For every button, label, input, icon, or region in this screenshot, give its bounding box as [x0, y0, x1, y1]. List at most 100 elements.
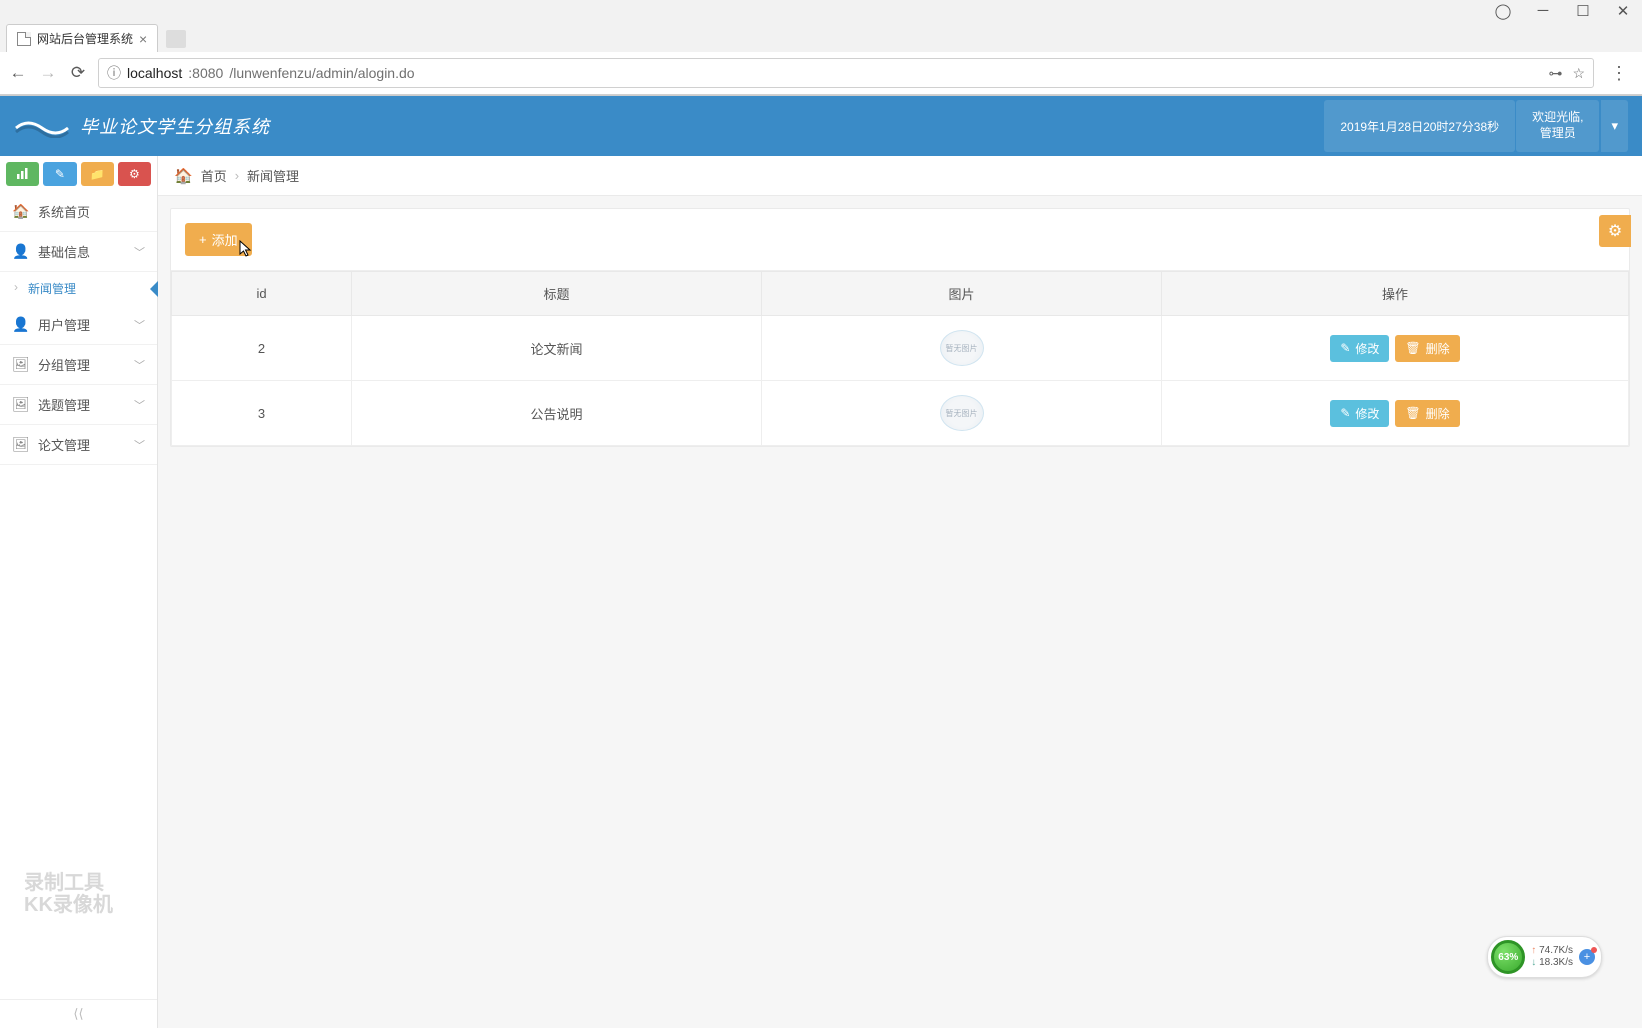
app-header: 毕业论文学生分组系统 2019年1月28日20时27分38秒 欢迎光临, 管理员… [0, 96, 1642, 156]
tab-title: 网站后台管理系统 [37, 30, 133, 47]
cell-title: 论文新闻 [352, 316, 762, 381]
sidebar-item-label: 基础信息 [38, 242, 90, 261]
breadcrumb-current: 新闻管理 [247, 166, 299, 185]
chevron-down-icon: ﹀ [134, 357, 145, 373]
cell-image: 暂无图片 [762, 381, 1162, 446]
browser-tab[interactable]: 网站后台管理系统 × [6, 24, 158, 52]
delete-label: 删除 [1426, 340, 1450, 357]
network-add-button[interactable]: + [1579, 949, 1595, 965]
sidebar-item-group-manage[interactable]: 🖼 分组管理 ﹀ [0, 345, 157, 385]
welcome-text: 欢迎光临, [1532, 110, 1583, 126]
image-placeholder: 暂无图片 [940, 395, 984, 431]
maximize-button[interactable]: ☐ [1574, 2, 1592, 20]
brand-title: 毕业论文学生分组系统 [80, 113, 270, 139]
sidebar-item-user-manage[interactable]: 👤 用户管理 ﹀ [0, 305, 157, 345]
brand-logo [14, 114, 70, 138]
cell-actions: ✎ 修改 🗑 删除 [1162, 316, 1629, 381]
network-meter[interactable]: 63% 74.7K/s 18.3K/s + [1487, 936, 1602, 978]
address-bar-row: ← → ⟳ ⓘ localhost:8080/lunwenfenzu/admin… [0, 52, 1642, 95]
close-window-button[interactable]: ✕ [1614, 2, 1632, 20]
brand: 毕业论文学生分组系统 [14, 113, 270, 139]
add-button[interactable]: + 添加 [185, 223, 252, 256]
bookmark-star-icon[interactable]: ☆ [1572, 65, 1585, 82]
address-bar[interactable]: ⓘ localhost:8080/lunwenfenzu/admin/alogi… [98, 58, 1594, 88]
sidebar-item-topic-manage[interactable]: 🖼 选题管理 ﹀ [0, 385, 157, 425]
plus-icon: + [199, 232, 207, 247]
sidebar-item-thesis-manage[interactable]: 🖼 论文管理 ﹀ [0, 425, 157, 465]
chevron-down-icon: ﹀ [134, 437, 145, 453]
download-speed: 18.3K/s [1531, 957, 1573, 969]
quick-edit-button[interactable]: ✎ [43, 162, 76, 186]
image-icon: 🖼 [12, 356, 28, 373]
delete-button[interactable]: 🗑删除 [1395, 400, 1459, 427]
sidebar-item-label: 用户管理 [38, 315, 90, 334]
table-row: 3 公告说明 暂无图片 ✎修改 🗑删除 [172, 381, 1629, 446]
upload-speed: 74.7K/s [1531, 945, 1573, 957]
edit-label: 修改 [1355, 340, 1379, 357]
image-placeholder: 暂无图片 [940, 330, 984, 366]
account-icon[interactable]: ◯ [1494, 2, 1512, 20]
back-button[interactable]: ← [8, 63, 28, 83]
data-table: id 标题 图片 操作 2 论文新闻 暂无图片 ✎修改 [171, 271, 1629, 446]
quick-settings-button[interactable]: ⚙ [118, 162, 151, 186]
delete-button[interactable]: 🗑 删除 [1395, 335, 1459, 362]
header-user-box[interactable]: 欢迎光临, 管理员 [1516, 100, 1599, 151]
sidebar-item-label: 系统首页 [38, 202, 90, 221]
panel-toolbar: + 添加 [171, 209, 1629, 271]
sidebar-sub-label: 新闻管理 [28, 282, 76, 296]
trash-icon: 🗑 [1405, 341, 1420, 355]
network-percent: 63% [1491, 940, 1525, 974]
new-tab-button[interactable] [166, 30, 186, 48]
tab-bar: 网站后台管理系统 × [0, 22, 1642, 52]
table-row: 2 论文新闻 暂无图片 ✎修改 🗑删除 [172, 316, 1629, 381]
home-icon[interactable]: 🏠 [174, 167, 193, 185]
main-area: 🏠 首页 › 新闻管理 ⚙ + 添加 id 标题 图片 操作 [158, 156, 1642, 1028]
url-host: localhost [127, 65, 182, 81]
window-controls: ◯ ─ ☐ ✕ [0, 0, 1642, 22]
col-title: 标题 [352, 272, 762, 316]
save-password-icon[interactable]: ⊶ [1548, 65, 1562, 82]
breadcrumb-home[interactable]: 首页 [201, 166, 227, 185]
edit-button[interactable]: ✎ 修改 [1330, 335, 1389, 362]
minimize-button[interactable]: ─ [1534, 2, 1552, 20]
user-icon: 👤 [12, 243, 28, 260]
sidebar-quick-actions: ✎ 📁 ⚙ [0, 156, 157, 192]
user-icon: 👤 [12, 316, 28, 333]
sidebar-sub-news-manage[interactable]: 新闻管理 [0, 272, 157, 305]
sidebar-item-label: 分组管理 [38, 355, 90, 374]
browser-menu-button[interactable]: ⋮ [1604, 63, 1634, 84]
network-stats: 74.7K/s 18.3K/s [1531, 945, 1573, 969]
chevron-down-icon: ﹀ [134, 317, 145, 333]
col-id: id [172, 272, 352, 316]
delete-label: 删除 [1426, 405, 1450, 422]
sidebar-item-home[interactable]: 🏠 系统首页 [0, 192, 157, 232]
breadcrumb-separator: › [235, 168, 239, 183]
app-body: ✎ 📁 ⚙ 🏠 系统首页 👤 基础信息 ﹀ 新闻管理 👤 用户管理 ﹀ 🖼 分组… [0, 156, 1642, 1028]
content-panel: ⚙ + 添加 id 标题 图片 操作 2 [170, 208, 1630, 447]
url-port: :8080 [188, 65, 223, 81]
panel-settings-button[interactable]: ⚙ [1599, 215, 1631, 247]
forward-button[interactable]: → [38, 63, 58, 83]
quick-stats-button[interactable] [6, 162, 39, 186]
col-actions: 操作 [1162, 272, 1629, 316]
sidebar: ✎ 📁 ⚙ 🏠 系统首页 👤 基础信息 ﹀ 新闻管理 👤 用户管理 ﹀ 🖼 分组… [0, 156, 158, 1028]
info-icon[interactable]: ⓘ [107, 63, 121, 83]
header-right: 2019年1月28日20时27分38秒 欢迎光临, 管理员 ▾ [1324, 100, 1628, 151]
sidebar-item-basic-info[interactable]: 👤 基础信息 ﹀ [0, 232, 157, 272]
chevron-down-icon: ﹀ [134, 244, 145, 260]
col-image: 图片 [762, 272, 1162, 316]
edit-icon: ✎ [1340, 341, 1350, 355]
quick-folder-button[interactable]: 📁 [81, 162, 114, 186]
edit-label: 修改 [1355, 405, 1379, 422]
reload-button[interactable]: ⟳ [68, 63, 88, 83]
edit-button[interactable]: ✎修改 [1330, 400, 1389, 427]
tab-close-icon[interactable]: × [139, 31, 147, 47]
sidebar-collapse-button[interactable]: ⟨⟨ [0, 999, 157, 1028]
image-icon: 🖼 [12, 436, 28, 453]
user-dropdown-caret[interactable]: ▾ [1601, 100, 1628, 151]
header-datetime: 2019年1月28日20时27分38秒 [1324, 100, 1515, 151]
page-icon [17, 32, 31, 46]
cell-image: 暂无图片 [762, 316, 1162, 381]
sidebar-item-label: 选题管理 [38, 395, 90, 414]
cell-title: 公告说明 [352, 381, 762, 446]
